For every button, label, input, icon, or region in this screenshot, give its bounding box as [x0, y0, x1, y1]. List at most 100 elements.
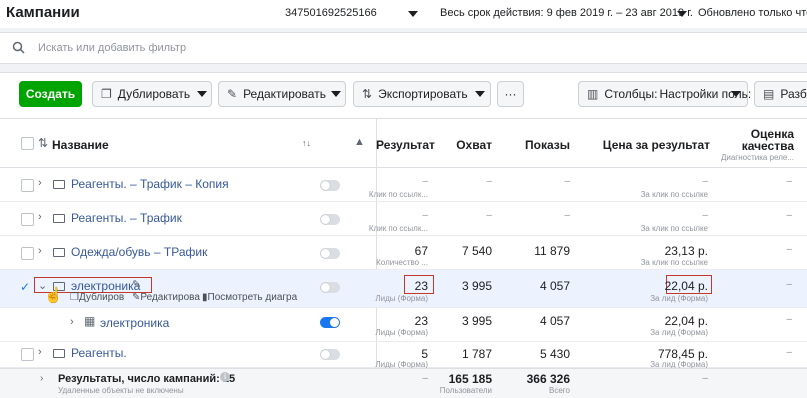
- warning-icon: ▲: [354, 136, 365, 148]
- updated-status: Обновлено только что: [698, 7, 807, 19]
- campaign-name[interactable]: Реагенты. – Трафик: [71, 211, 182, 225]
- account-dropdown-icon[interactable]: [408, 11, 418, 17]
- breakdown-button[interactable]: ▤ Разби: [754, 81, 807, 107]
- account-selector[interactable]: 347501692525166: [285, 7, 377, 19]
- search-icon: [12, 41, 25, 54]
- column-header-cost[interactable]: Цена за результат: [580, 138, 710, 152]
- columns-dropdown-icon[interactable]: [731, 91, 741, 97]
- cost-value: 22,04 р.: [664, 314, 708, 328]
- reach-value: 1 787: [461, 347, 492, 361]
- adset-toggle[interactable]: [320, 317, 340, 328]
- summary-result: –: [422, 373, 428, 384]
- sort-icon[interactable]: ⇅: [38, 136, 48, 150]
- cost-type: За клик по ссылке: [640, 190, 708, 199]
- result-value: –: [422, 210, 428, 221]
- cost-value: 23,13 р.: [664, 244, 708, 258]
- expand-chevron-icon[interactable]: ›: [38, 211, 42, 223]
- search-input[interactable]: Искать или добавить фильтр: [38, 42, 186, 54]
- select-all-checkbox[interactable]: [21, 137, 34, 150]
- campaign-toggle[interactable]: [320, 248, 340, 259]
- reach-value: 7 540: [461, 244, 492, 258]
- expand-chevron-icon[interactable]: ›: [38, 346, 42, 358]
- campaign-name[interactable]: Реагенты. – Трафик – Копия: [71, 177, 229, 191]
- expand-chevron-icon[interactable]: ›: [38, 177, 42, 189]
- pencil-icon[interactable]: ✎: [132, 278, 141, 291]
- summary-impressions-sub: Всего: [549, 386, 570, 395]
- more-button[interactable]: ···: [497, 81, 524, 107]
- sort-arrows-icon[interactable]: ↑↓: [302, 138, 311, 148]
- row-action-duplicate[interactable]: ❐Дублиров: [70, 292, 124, 303]
- column-header-quality-sub: Диагностика реле...: [720, 153, 794, 162]
- quality-value: –: [786, 314, 792, 325]
- cost-value: –: [702, 210, 708, 221]
- impressions-value: –: [564, 176, 570, 187]
- columns-prefix: Столбцы:: [604, 87, 658, 101]
- quality-value: –: [786, 176, 792, 187]
- cost-type: За клик по ссылке: [640, 258, 708, 267]
- expand-chevron-icon[interactable]: ›: [40, 373, 43, 384]
- campaign-toggle[interactable]: [320, 180, 340, 191]
- summary-cost: –: [702, 373, 708, 384]
- impressions-value: –: [564, 210, 570, 221]
- duplicate-button[interactable]: ❐ Дублировать: [92, 81, 212, 107]
- row-checkbox[interactable]: [21, 179, 34, 192]
- checked-icon[interactable]: ✓: [20, 280, 30, 294]
- result-value: 23: [414, 314, 428, 328]
- reach-value: –: [486, 176, 492, 187]
- result-type: Количество ...: [376, 258, 428, 267]
- copy-icon: ❐: [101, 87, 112, 101]
- row-checkbox[interactable]: [21, 213, 34, 226]
- row-checkbox[interactable]: [21, 247, 34, 260]
- date-range-picker[interactable]: Весь срок действия: 9 фев 2019 г. – 23 а…: [440, 7, 693, 19]
- column-header-impressions[interactable]: Показы: [500, 138, 570, 152]
- quality-value: –: [786, 244, 792, 255]
- campaign-name[interactable]: Реагенты.: [71, 346, 127, 360]
- campaign-toggle[interactable]: [320, 214, 340, 225]
- columns-icon: ▥: [587, 87, 599, 101]
- expand-chevron-icon[interactable]: ›: [70, 316, 74, 328]
- column-header-result[interactable]: Результат: [376, 138, 435, 152]
- row-action-edit[interactable]: ✎Редактирова: [132, 292, 200, 303]
- cost-value: 778,45 р.: [657, 347, 708, 361]
- reach-value: –: [486, 210, 492, 221]
- summary-label: Результаты, число кампаний: 15: [58, 373, 236, 385]
- column-header-reach[interactable]: Охват: [440, 138, 492, 152]
- quality-value: –: [786, 279, 792, 290]
- column-header-quality[interactable]: Оценка качества: [722, 128, 794, 152]
- row-action-view-chart[interactable]: ▮Посмотреть диагра: [202, 292, 297, 303]
- folder-icon: [53, 349, 65, 358]
- breakdown-icon: ▤: [763, 87, 775, 101]
- cost-type: За клик по ссылке: [640, 224, 708, 233]
- columns-button[interactable]: ▥ Столбцы: Настройки поль:: [578, 81, 751, 107]
- edit-dropdown-icon[interactable]: [331, 91, 341, 97]
- result-type: Лиды (Форма): [375, 328, 428, 337]
- campaign-toggle[interactable]: [320, 282, 340, 293]
- reach-value: 3 995: [461, 279, 492, 293]
- campaign-name[interactable]: Одежда/обувь – ТРафик: [71, 245, 207, 259]
- export-dropdown-icon[interactable]: [475, 91, 485, 97]
- edit-label: Редактировать: [243, 87, 326, 101]
- campaign-toggle[interactable]: [320, 349, 340, 360]
- cost-type: За лид (Форма): [650, 328, 708, 337]
- duplicate-dropdown-icon[interactable]: [197, 91, 207, 97]
- info-icon[interactable]: i: [220, 372, 230, 382]
- summary-reach-sub: Пользователи: [439, 386, 492, 395]
- export-button[interactable]: ⇅ Экспортировать: [353, 81, 491, 107]
- row-action-view-label: Посмотреть диагра: [207, 292, 298, 303]
- result-type: Клик по ссылк...: [368, 224, 428, 233]
- row-action-edit-label: Редактирова: [140, 292, 200, 303]
- breakdown-label: Разби: [780, 87, 807, 101]
- result-type: Клик по ссылк...: [368, 190, 428, 199]
- row-checkbox[interactable]: [21, 348, 34, 361]
- edit-button[interactable]: ✎ Редактировать: [218, 81, 346, 107]
- create-button[interactable]: Создать: [19, 81, 82, 107]
- impressions-value: 5 430: [539, 347, 570, 361]
- date-dropdown-icon[interactable]: [677, 11, 687, 17]
- campaign-name[interactable]: электроника: [71, 279, 140, 293]
- quality-value: –: [786, 210, 792, 221]
- quality-value: –: [786, 347, 792, 358]
- adset-name[interactable]: электроника: [88, 316, 169, 330]
- column-header-name[interactable]: Название: [52, 138, 109, 152]
- expand-chevron-icon[interactable]: ›: [38, 245, 42, 257]
- page-title: Кампании: [6, 4, 80, 21]
